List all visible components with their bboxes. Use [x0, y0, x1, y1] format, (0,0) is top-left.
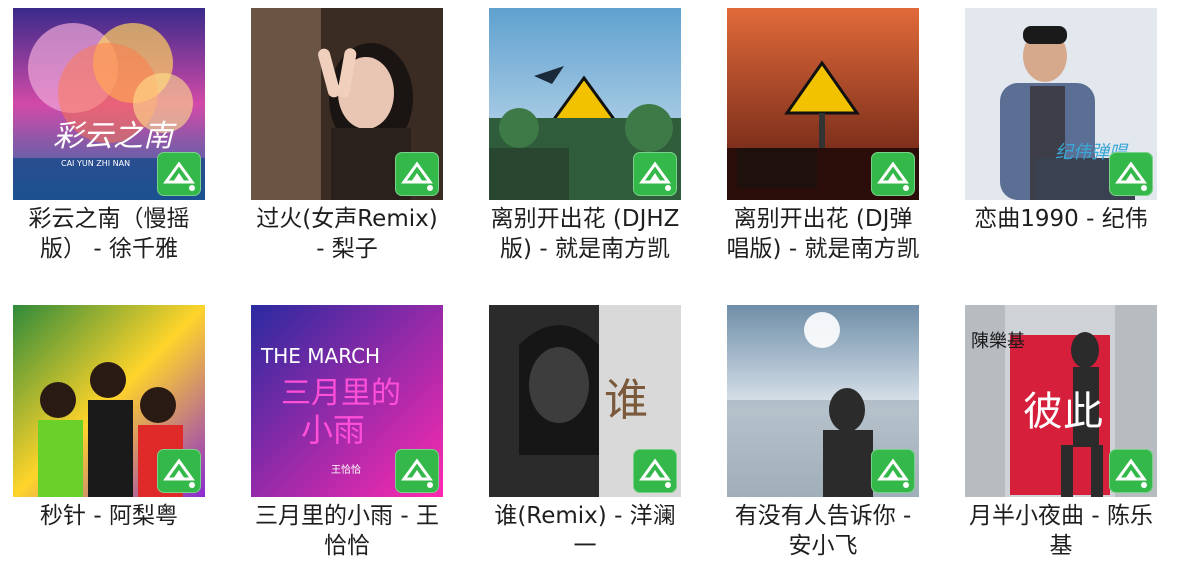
music-app-badge-icon: [1109, 152, 1153, 196]
song-title[interactable]: 离别开出花 (DJHZ版) - 就是南方凯: [487, 204, 683, 264]
cover-title-text: 彼此: [1023, 389, 1103, 435]
song-title[interactable]: 离别开出花 (DJ弹唱版) - 就是南方凯: [725, 204, 921, 264]
music-app-badge-icon: [871, 449, 915, 493]
cover-title-text: 彩云之南: [53, 119, 177, 154]
song-title[interactable]: 三月里的小雨 - 王恰恰: [249, 501, 445, 561]
album-cover[interactable]: [727, 8, 919, 200]
album-cover[interactable]: 谁: [489, 305, 681, 497]
album-cover[interactable]: 彩云之南 CAI YUN ZHI NAN: [13, 8, 205, 200]
song-title[interactable]: 彩云之南（慢摇版） - 徐千雅: [11, 204, 207, 264]
song-grid: 彩云之南 CAI YUN ZHI NAN 彩云之南（慢摇版） - 徐千雅 过火(…: [0, 0, 1182, 572]
svg-text:王恰恰: 王恰恰: [331, 463, 361, 476]
song-title[interactable]: 过火(女声Remix) - 梨子: [249, 204, 445, 264]
album-cover[interactable]: [13, 305, 205, 497]
song-title[interactable]: 谁(Remix) - 洋澜一: [487, 501, 683, 561]
music-app-badge-icon: [395, 449, 439, 493]
music-app-badge-icon: [1109, 449, 1153, 493]
song-title[interactable]: 秒针 - 阿梨粤: [11, 501, 207, 531]
music-app-badge-icon: [395, 152, 439, 196]
album-cover[interactable]: [727, 305, 919, 497]
cover-title-text: THE MARCH: [260, 344, 380, 368]
song-title[interactable]: 月半小夜曲 - 陈乐基: [963, 501, 1159, 561]
music-app-badge-icon: [633, 152, 677, 196]
svg-text:小雨: 小雨: [301, 411, 365, 449]
song-title[interactable]: 有没有人告诉你 - 安小飞: [725, 501, 921, 561]
svg-text:CAI YUN ZHI NAN: CAI YUN ZHI NAN: [61, 159, 130, 168]
music-app-badge-icon: [871, 152, 915, 196]
music-app-badge-icon: [157, 152, 201, 196]
cover-title-text: 谁: [604, 375, 648, 426]
album-cover[interactable]: THE MARCH 三月里的 小雨 王恰恰: [251, 305, 443, 497]
album-cover[interactable]: 纪伟弹唱: [965, 8, 1157, 200]
song-title[interactable]: 恋曲1990 - 纪伟: [963, 204, 1159, 234]
svg-text:三月里的: 三月里的: [281, 376, 401, 411]
music-app-badge-icon: [633, 449, 677, 493]
music-app-badge-icon: [157, 449, 201, 493]
album-cover[interactable]: [489, 8, 681, 200]
album-cover[interactable]: [251, 8, 443, 200]
svg-text:陳樂基: 陳樂基: [971, 331, 1025, 352]
album-cover[interactable]: 彼此 陳樂基: [965, 305, 1157, 497]
